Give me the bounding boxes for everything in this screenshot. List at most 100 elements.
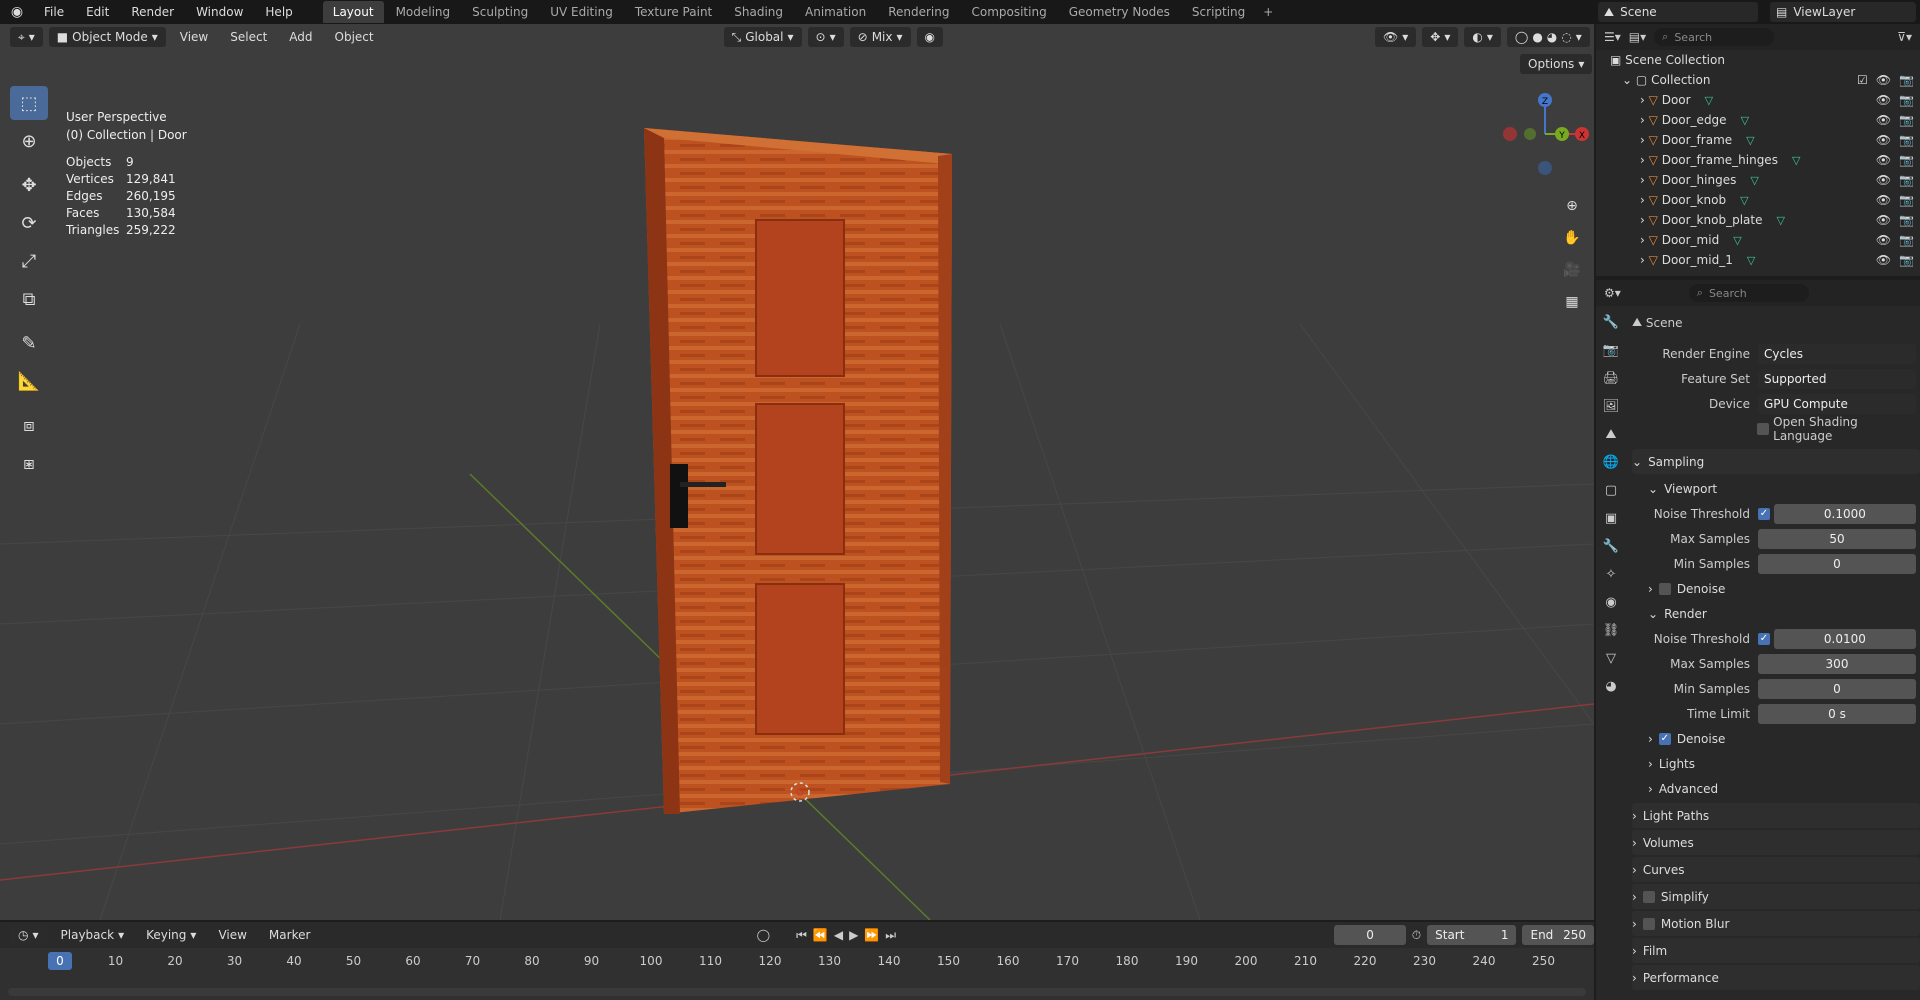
- camera-icon[interactable]: 📷: [1899, 193, 1914, 207]
- snap-dropdown[interactable]: ⊘ Mix ▾: [849, 27, 911, 47]
- material-tab-icon[interactable]: ◕: [1598, 674, 1624, 698]
- view-layer-tab-icon[interactable]: 🖼: [1598, 394, 1624, 418]
- timeline-view-menu[interactable]: View: [210, 925, 254, 945]
- menu-window[interactable]: Window: [186, 0, 253, 24]
- start-frame-field[interactable]: Start 1: [1427, 925, 1517, 945]
- shading-buttons[interactable]: ◯ ● ◕ ◌ ▾: [1506, 27, 1590, 47]
- r-noise-field[interactable]: 0.0100: [1773, 628, 1916, 649]
- camera-icon[interactable]: 📷: [1899, 233, 1914, 247]
- vp-noise-field[interactable]: 0.1000: [1773, 503, 1916, 524]
- panel-film[interactable]: › Film: [1632, 938, 1920, 963]
- object-menu[interactable]: Object: [327, 27, 382, 47]
- advanced-subpanel[interactable]: › Advanced: [1632, 776, 1920, 801]
- r-time-limit-field[interactable]: 0 s: [1758, 703, 1916, 724]
- outliner-item[interactable]: › ▽ Door_knob ▽ 👁 📷: [1596, 190, 1920, 210]
- collection-row[interactable]: ⌄ ▢ Collection ☑ 👁 📷: [1596, 70, 1920, 90]
- constraints-tab-icon[interactable]: ⛓: [1598, 618, 1624, 642]
- r-denoise-header[interactable]: › ✓ Denoise: [1632, 726, 1920, 751]
- orientation-dropdown[interactable]: ⤡ Global ▾: [723, 27, 802, 47]
- data-tab-icon[interactable]: ▽: [1598, 646, 1624, 670]
- camera-icon[interactable]: 🎥: [1560, 258, 1584, 282]
- panel-volumes[interactable]: › Volumes: [1632, 830, 1920, 855]
- jump-start-icon[interactable]: ⏮: [796, 928, 807, 943]
- keying-menu[interactable]: Keying ▾: [138, 925, 204, 945]
- scale-tool-icon[interactable]: ⤢: [10, 244, 48, 278]
- mesh-data-icon[interactable]: ▽: [1750, 174, 1758, 187]
- mesh-data-icon[interactable]: ▽: [1746, 134, 1754, 147]
- blender-logo-icon[interactable]: ◉: [0, 4, 34, 20]
- options-dropdown[interactable]: Options ▾: [1520, 54, 1593, 74]
- physics-tab-icon[interactable]: ◉: [1598, 590, 1624, 614]
- add-workspace-icon[interactable]: +: [1257, 1, 1279, 23]
- mesh-data-icon[interactable]: ▽: [1747, 254, 1755, 267]
- mode-dropdown[interactable]: ■ Object Mode ▾: [48, 27, 166, 47]
- tab-scripting[interactable]: Scripting: [1182, 1, 1255, 23]
- tab-shading[interactable]: Shading: [724, 1, 793, 23]
- sampling-panel-header[interactable]: ⌄ Sampling: [1632, 449, 1920, 474]
- tab-texture-paint[interactable]: Texture Paint: [625, 1, 722, 23]
- panel-simplify[interactable]: › Simplify: [1632, 884, 1920, 909]
- menu-render[interactable]: Render: [121, 0, 184, 24]
- play-reverse-icon[interactable]: ◀: [834, 928, 843, 942]
- chevron-right-icon[interactable]: ›: [1640, 93, 1645, 107]
- camera-icon[interactable]: 📷: [1899, 153, 1914, 167]
- timeline-ruler[interactable]: 0 10 20 30 40 50 60 70 80 90 100 110 120 130 140 150 160…: [0, 948, 1594, 982]
- eye-icon[interactable]: 👁: [1876, 133, 1891, 147]
- outliner-item[interactable]: › ▽ Door ▽ 👁 📷: [1596, 90, 1920, 110]
- filter-icon[interactable]: ⊽▾: [1897, 30, 1912, 44]
- chevron-right-icon[interactable]: ›: [1640, 193, 1645, 207]
- tab-modeling[interactable]: Modeling: [386, 1, 461, 23]
- r-max-samples-field[interactable]: 300: [1758, 653, 1916, 674]
- panel-motion-blur[interactable]: › Motion Blur: [1632, 911, 1920, 936]
- tab-rendering[interactable]: Rendering: [878, 1, 959, 23]
- gizmo-button[interactable]: ✥ ▾: [1422, 27, 1459, 47]
- scene-name[interactable]: Scene: [1620, 5, 1657, 19]
- playback-menu[interactable]: Playback ▾: [53, 925, 133, 945]
- outliner-item[interactable]: › ▽ Door_mid_1 ▽ 👁 📷: [1596, 250, 1920, 270]
- select-box-tool-icon[interactable]: ⬚: [10, 86, 48, 120]
- eye-icon[interactable]: 👁: [1876, 153, 1891, 167]
- camera-icon[interactable]: 📷: [1899, 213, 1914, 227]
- panel-checkbox[interactable]: [1642, 890, 1655, 903]
- timeline-editor-type[interactable]: ◷ ▾: [10, 925, 47, 945]
- next-keyframe-icon[interactable]: ⏩: [864, 928, 879, 942]
- grid-perspective-icon[interactable]: ▦: [1560, 290, 1584, 314]
- lights-subpanel[interactable]: › Lights: [1632, 751, 1920, 776]
- tool-tab-icon[interactable]: 🔧: [1598, 310, 1624, 334]
- panel-curves[interactable]: › Curves: [1632, 857, 1920, 882]
- r-denoise-checkbox[interactable]: ✓: [1658, 732, 1671, 745]
- jump-end-icon[interactable]: ⏭: [885, 928, 896, 943]
- navigation-gizmo[interactable]: X Z Y: [1500, 84, 1590, 194]
- scene-collection-row[interactable]: ▣ Scene Collection: [1596, 50, 1920, 70]
- chevron-right-icon[interactable]: ›: [1640, 133, 1645, 147]
- properties-search[interactable]: ⌕ Search: [1688, 284, 1809, 302]
- visibility-dropdown[interactable]: 👁 ▾: [1375, 27, 1417, 47]
- menu-help[interactable]: Help: [255, 0, 302, 24]
- render-tab-icon[interactable]: 📷: [1598, 338, 1624, 362]
- tab-layout[interactable]: Layout: [322, 1, 384, 23]
- eye-icon[interactable]: 👁: [1876, 233, 1891, 247]
- rotate-tool-icon[interactable]: ⟳: [10, 206, 48, 240]
- camera-icon[interactable]: 📷: [1899, 253, 1914, 267]
- outliner-item[interactable]: › ▽ Door_frame ▽ 👁 📷: [1596, 130, 1920, 150]
- outliner-item[interactable]: › ▽ Door_frame_hinges ▽ 👁 📷: [1596, 150, 1920, 170]
- chevron-right-icon[interactable]: ›: [1640, 173, 1645, 187]
- eye-icon[interactable]: 👁: [1876, 253, 1891, 267]
- mesh-data-icon[interactable]: ▽: [1792, 154, 1800, 167]
- r-min-samples-field[interactable]: 0: [1758, 678, 1916, 699]
- collection-tab-icon[interactable]: ▢: [1598, 478, 1624, 502]
- mesh-data-icon[interactable]: ▽: [1776, 214, 1784, 227]
- add-cube-tool-icon[interactable]: ⧈: [10, 408, 48, 442]
- move-tool-icon[interactable]: ✥: [10, 168, 48, 202]
- mesh-data-icon[interactable]: ▽: [1733, 234, 1741, 247]
- transform-tool-icon[interactable]: ⧉: [10, 282, 48, 316]
- eye-icon[interactable]: 👁: [1876, 193, 1891, 207]
- outliner-item[interactable]: › ▽ Door_edge ▽ 👁 📷: [1596, 110, 1920, 130]
- stopwatch-icon[interactable]: ⏱: [1412, 928, 1421, 943]
- tab-uv-editing[interactable]: UV Editing: [540, 1, 623, 23]
- mesh-data-icon[interactable]: ▽: [1705, 94, 1713, 107]
- camera-icon[interactable]: 📷: [1899, 113, 1914, 127]
- mesh-data-icon[interactable]: ▽: [1740, 194, 1748, 207]
- particles-tab-icon[interactable]: ✧: [1598, 562, 1624, 586]
- pan-hand-icon[interactable]: ✋: [1560, 226, 1584, 250]
